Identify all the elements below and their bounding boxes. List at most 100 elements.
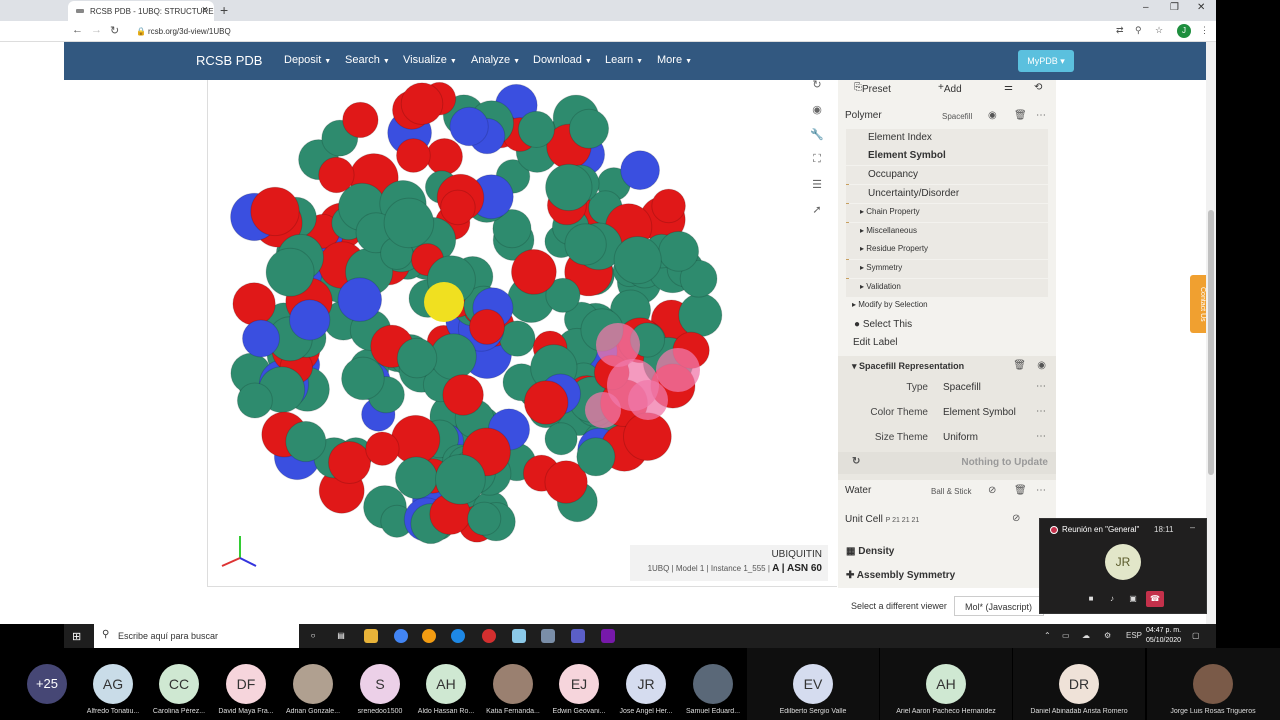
camera-icon[interactable]: ■ — [1082, 591, 1100, 607]
select-cursor-icon[interactable]: ➚ — [805, 203, 829, 228]
browser-menu-icon[interactable]: ⋮ — [1200, 25, 1209, 36]
nav-learn[interactable]: Learn ▼ — [605, 54, 643, 66]
taskbar-search[interactable]: ⚲ Escribe aquí para buscar — [94, 624, 299, 648]
network-icon[interactable]: ▭ — [1062, 631, 1070, 640]
share-screen-icon[interactable]: ▣ — [1124, 591, 1142, 607]
contact-us-tab[interactable]: Contact Us — [1190, 275, 1206, 333]
nav-more[interactable]: More ▼ — [657, 54, 692, 66]
edit-label[interactable]: Edit Label — [838, 337, 1056, 348]
select-this-toggle[interactable]: ● Select This — [838, 319, 1056, 330]
wrench-icon[interactable]: 🔧 — [805, 128, 829, 153]
trash-icon[interactable]: 🗑 — [1013, 360, 1026, 371]
more-icon[interactable]: ⋯ — [1036, 406, 1046, 417]
rcsb-brand[interactable]: RCSB PDB — [196, 53, 262, 68]
onenote-icon[interactable] — [601, 629, 615, 643]
tray-app-icon[interactable]: ☁ — [1082, 631, 1090, 640]
expand-icon[interactable]: ⛶ — [805, 153, 829, 178]
group-symmetry[interactable]: ▸ Symmetry — [846, 260, 1048, 278]
close-window-icon[interactable]: ✕ — [1197, 2, 1205, 13]
settings-sliders-icon[interactable]: ☰ — [805, 178, 829, 203]
forward-icon[interactable]: → — [91, 24, 102, 36]
task-view-icon[interactable]: ▤ — [334, 629, 348, 643]
molecule-canvas[interactable] — [207, 80, 837, 587]
maximize-icon[interactable]: ❐ — [1170, 2, 1179, 13]
back-icon[interactable]: ← — [72, 24, 83, 36]
unit-cell-row[interactable]: Unit Cell P 21 21 21 ⊘ — [838, 510, 1056, 530]
color-option-element-symbol[interactable]: Element Symbol — [846, 147, 1048, 165]
windows-logo-icon[interactable]: ⊞ — [72, 630, 81, 643]
nothing-to-update-button[interactable]: ↻ Nothing to Update — [838, 452, 1056, 474]
minimize-icon[interactable]: – — [1190, 522, 1195, 532]
more-icon[interactable]: ⋯ — [1036, 110, 1046, 121]
cortana-icon[interactable]: ○ — [306, 629, 320, 643]
system-clock[interactable]: 04:47 p. m. 05/10/2020 — [1146, 626, 1181, 646]
bookmark-star-icon[interactable]: ☆ — [1155, 25, 1163, 36]
close-tab-icon[interactable]: × — [202, 4, 208, 16]
participant-tile-large[interactable]: AH Ariel Aaron Pacheco Hernandez — [880, 648, 1012, 720]
opera-icon[interactable] — [482, 629, 496, 643]
screenshot-icon[interactable]: ◉ — [805, 103, 829, 128]
mic-icon[interactable]: ♪ — [1103, 591, 1121, 607]
teams-icon[interactable] — [571, 629, 585, 643]
app-icon[interactable] — [422, 629, 436, 643]
nav-download[interactable]: Download ▼ — [533, 54, 592, 66]
more-icon[interactable]: ⋯ — [1036, 485, 1046, 496]
polymer-row[interactable]: Polymer Spacefill ◉ 🗑 ⋯ — [838, 108, 1056, 128]
notification-icon[interactable]: ▢ — [1192, 631, 1200, 640]
edge-icon[interactable] — [451, 629, 465, 643]
repr-title[interactable]: ▾ Spacefill Representation — [852, 361, 964, 372]
repr-size-value[interactable]: Uniform — [943, 432, 978, 443]
participant-tile-large[interactable]: EV Edilberto Sergio Valle — [747, 648, 879, 720]
mypdb-button[interactable]: MyPDB ▾ — [1018, 50, 1074, 72]
more-icon[interactable]: ⋯ — [1036, 431, 1046, 442]
modify-by-selection[interactable]: ▸ Modify by Selection — [838, 300, 1056, 309]
file-explorer-icon[interactable] — [364, 629, 378, 643]
trash-icon[interactable]: 🗑 — [1014, 485, 1027, 496]
translate-icon[interactable]: ⇄ — [1116, 25, 1124, 36]
zoom-icon[interactable]: ⚲ — [1135, 25, 1142, 36]
nav-visualize[interactable]: Visualize ▼ — [403, 54, 457, 66]
color-option-uncertainty[interactable]: Uncertainty/Disorder — [846, 185, 1048, 203]
new-tab-icon[interactable]: + — [220, 2, 228, 18]
repr-color-value[interactable]: Element Symbol — [943, 407, 1016, 418]
browser-tab[interactable]: RCSB PDB - 1UBQ: STRUCTURE OF UBIQUITIN … — [68, 1, 214, 21]
eye-icon[interactable]: ◉ — [988, 110, 997, 121]
group-validation[interactable]: ▸ Validation — [846, 279, 1048, 297]
trash-icon[interactable]: 🗑 — [1014, 110, 1027, 121]
app-icon[interactable] — [512, 629, 526, 643]
color-option-element-index[interactable]: Element Index — [846, 129, 1048, 147]
group-miscellaneous[interactable]: ▸ Miscellaneous — [846, 223, 1048, 241]
eye-icon[interactable]: ◉ — [1037, 360, 1046, 371]
more-icon[interactable]: ⋯ — [1036, 381, 1046, 392]
water-row[interactable]: Water Ball & Stick ⊘ 🗑 ⋯ — [838, 480, 1056, 502]
reload-icon[interactable]: ↻ — [110, 24, 119, 37]
preset-button[interactable]: ⎘ Preset — [854, 82, 891, 95]
history-icon[interactable]: ⟲ — [1034, 82, 1042, 93]
assembly-symmetry-section[interactable]: ✚ Assembly Symmetry — [838, 567, 1056, 587]
lang-indicator[interactable]: ESP — [1126, 631, 1142, 640]
hang-up-button[interactable]: ☎ — [1146, 591, 1164, 607]
group-residue-property[interactable]: ▸ Residue Property — [846, 241, 1048, 259]
participant-tile-large[interactable]: Jorge Luis Rosas Trigueros — [1147, 648, 1280, 720]
reset-camera-icon[interactable]: ↻ — [805, 78, 829, 103]
repr-type-value[interactable]: Spacefill — [943, 382, 981, 393]
sliders-icon[interactable]: ⚌ — [1004, 82, 1013, 93]
tray-up-icon[interactable]: ⌃ — [1044, 631, 1051, 640]
minimize-icon[interactable]: – — [1143, 2, 1149, 13]
nav-search[interactable]: Search ▼ — [345, 54, 390, 66]
profile-avatar[interactable]: J — [1177, 24, 1191, 38]
color-option-occupancy[interactable]: Occupancy — [846, 166, 1048, 184]
scrollbar-thumb[interactable] — [1208, 210, 1214, 475]
nav-analyze[interactable]: Analyze ▼ — [471, 54, 520, 66]
nav-deposit[interactable]: Deposit ▼ — [284, 54, 331, 66]
refresh-icon[interactable]: ↻ — [852, 456, 860, 467]
participant-tile-large[interactable]: DR Daniel Abinadab Arista Romero — [1013, 648, 1145, 720]
more-participants-button[interactable]: +25 — [27, 664, 67, 704]
group-chain-property[interactable]: ▸ Chain Property — [846, 204, 1048, 222]
app-icon[interactable] — [541, 629, 555, 643]
eye-off-icon[interactable]: ⊘ — [988, 485, 996, 496]
add-button[interactable]: + Add — [938, 82, 962, 95]
chrome-icon[interactable] — [394, 629, 408, 643]
url-field[interactable]: 🔒 rcsb.org/3d-view/1UBQ — [130, 24, 1108, 39]
viewer-select[interactable]: Mol* (Javascript) — [954, 596, 1044, 616]
